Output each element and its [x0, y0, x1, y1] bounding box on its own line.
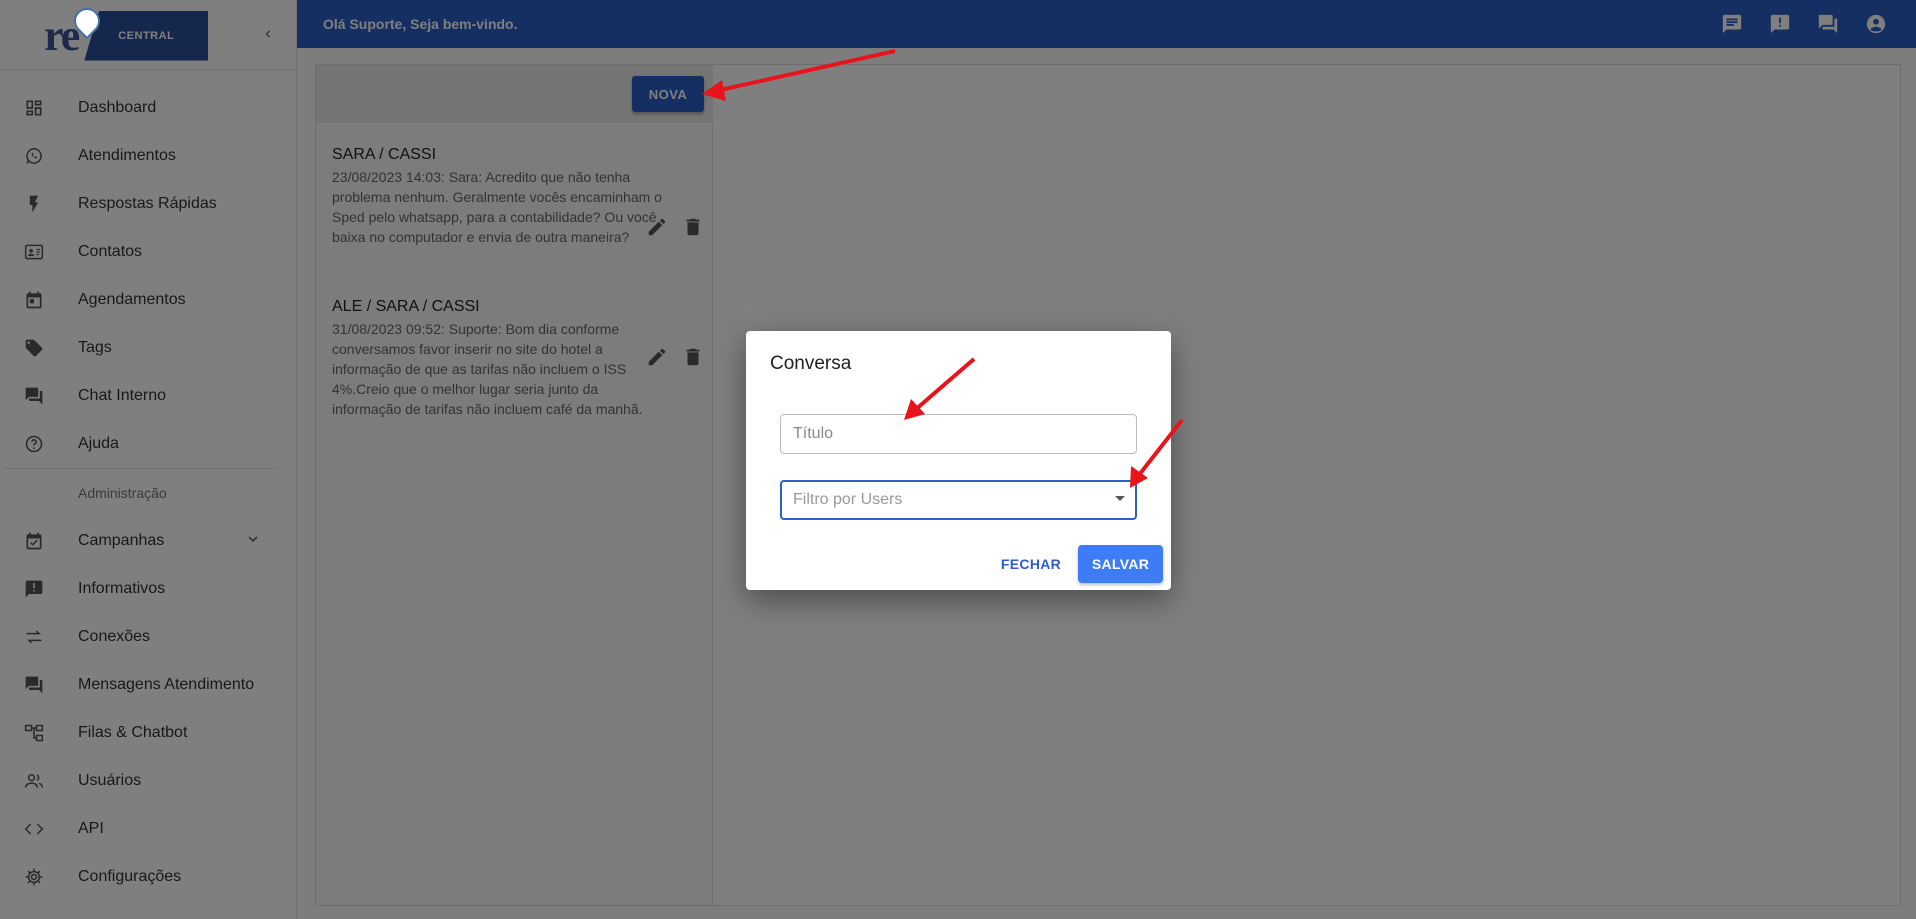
- close-button[interactable]: FECHAR: [996, 547, 1066, 581]
- title-input[interactable]: [780, 414, 1137, 454]
- conversation-dialog: Conversa Filtro por Users FECHAR SALVAR: [746, 331, 1171, 590]
- dropdown-arrow-icon: [1115, 496, 1125, 501]
- dialog-title: Conversa: [770, 353, 852, 374]
- users-filter-select[interactable]: Filtro por Users: [780, 480, 1137, 520]
- save-button[interactable]: SALVAR: [1078, 545, 1163, 583]
- users-filter-placeholder: Filtro por Users: [793, 491, 903, 508]
